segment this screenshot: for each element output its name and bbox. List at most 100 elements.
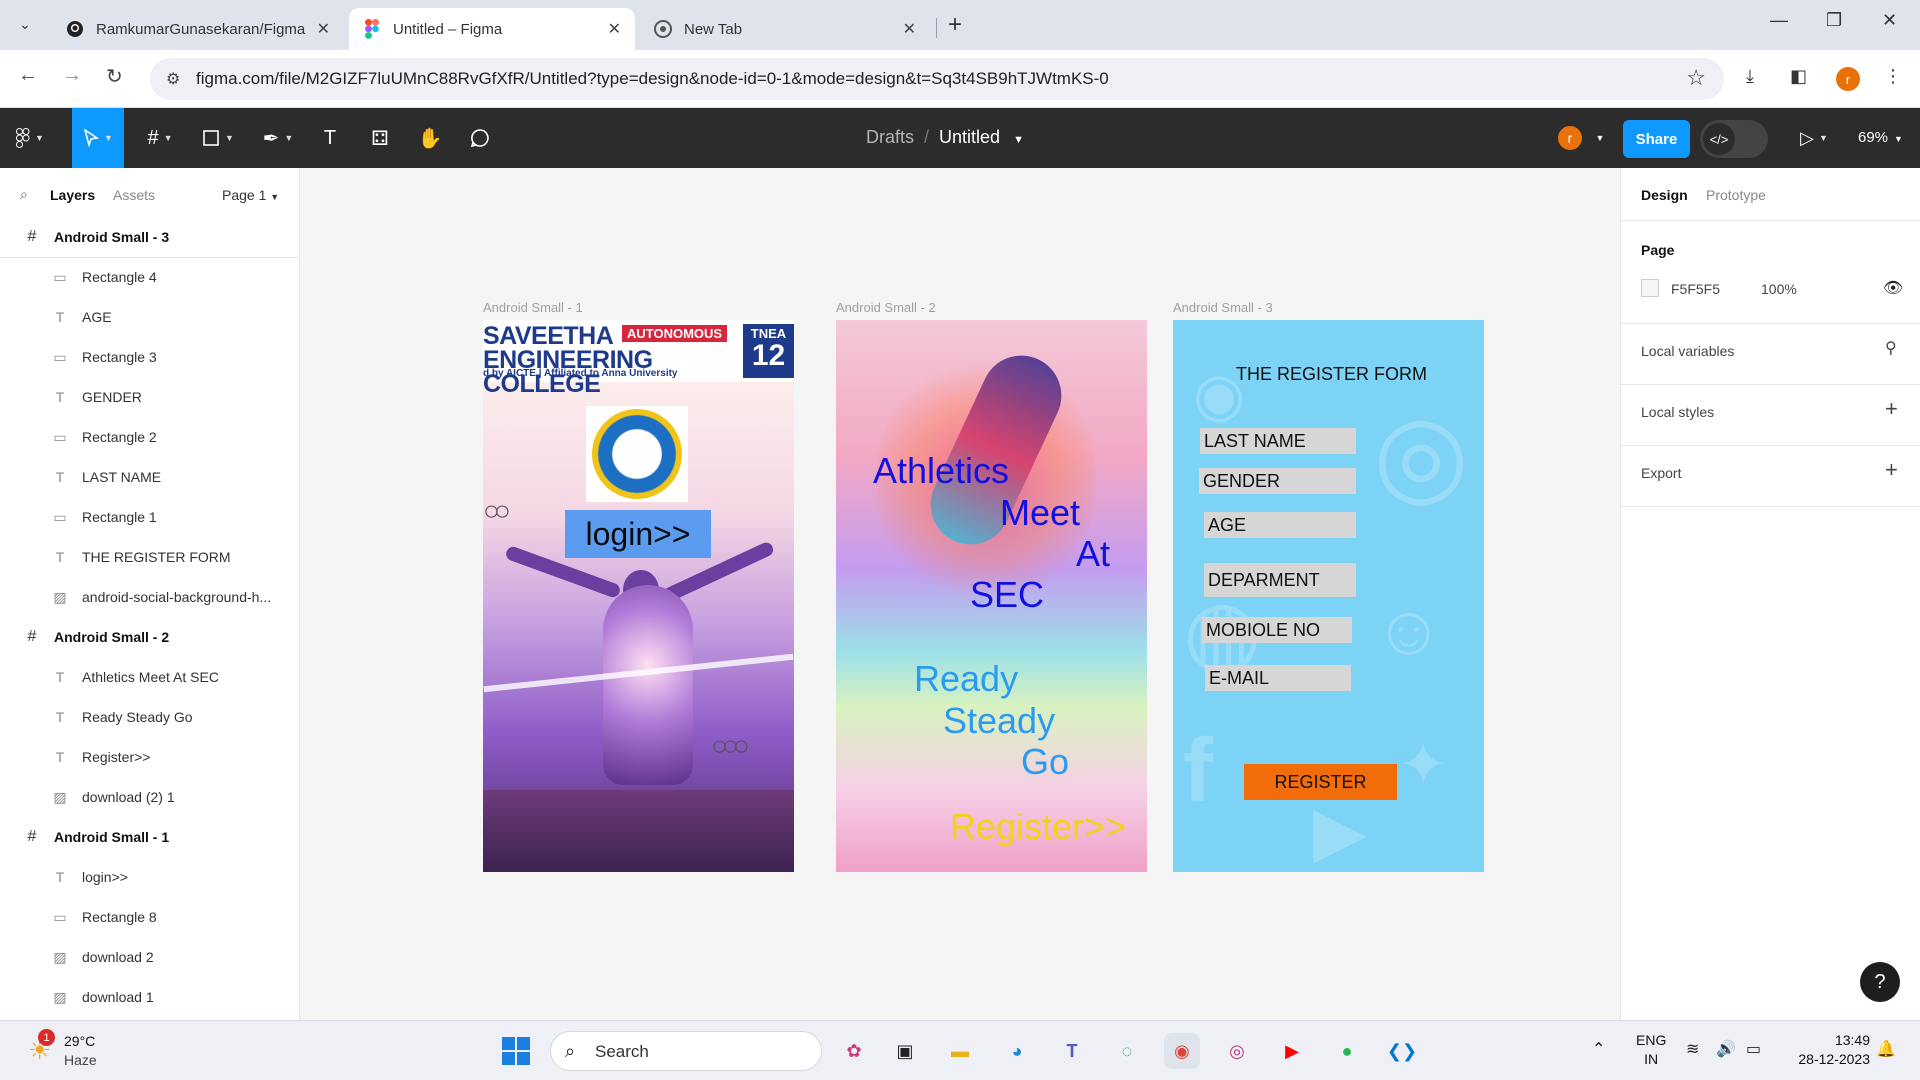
move-tool-icon[interactable]: ▼	[72, 108, 124, 168]
close-icon[interactable]: ✕	[608, 19, 621, 39]
edge-icon[interactable]: ◕	[999, 1033, 1035, 1069]
layer-item[interactable]: T LAST NAME	[0, 457, 299, 497]
figma-main-menu-icon[interactable]: ▼	[6, 108, 54, 168]
local-variables-label[interactable]: Local variables	[1641, 343, 1734, 359]
chevron-up-icon[interactable]: ⌃	[1592, 1039, 1605, 1059]
bookmark-star-icon[interactable]: ☆	[1686, 65, 1706, 91]
layer-frame[interactable]: # Android Small - 2	[0, 617, 299, 657]
local-styles-label[interactable]: Local styles	[1641, 404, 1714, 420]
side-panel-icon[interactable]: ◧	[1790, 66, 1807, 87]
file-name[interactable]: Untitled	[939, 127, 1000, 147]
tab-new-tab[interactable]: New Tab ✕	[640, 8, 930, 50]
register-link[interactable]: Register>>	[950, 806, 1126, 848]
new-tab-plus-icon[interactable]: +	[948, 11, 962, 39]
layer-item[interactable]: ▭ Rectangle 1	[0, 497, 299, 537]
weather-description[interactable]: Haze	[64, 1052, 97, 1068]
register-button[interactable]: REGISTER	[1244, 764, 1397, 800]
search-icon[interactable]: ⌕	[20, 186, 28, 203]
youtube-taskbar-icon[interactable]: ▶	[1274, 1033, 1310, 1069]
download-icon[interactable]: ⤓	[1746, 66, 1754, 87]
frame-android-small-3[interactable]: ◉ ◎ ◍ ☺ f ✦ ▶ THE REGISTER FORM LAST NAM…	[1173, 320, 1484, 872]
mobile-number-field[interactable]: MOBIOLE NO	[1202, 617, 1352, 643]
frame-tool-icon[interactable]: # ▼	[136, 108, 184, 168]
age-field[interactable]: AGE	[1204, 512, 1356, 538]
windows-start-icon[interactable]	[502, 1037, 530, 1065]
layer-item[interactable]: ▭ Rectangle 2	[0, 417, 299, 457]
file-explorer-icon[interactable]: ▬	[942, 1033, 978, 1069]
help-button[interactable]: ?	[1860, 962, 1900, 1002]
tab-assets[interactable]: Assets	[113, 187, 155, 203]
login-button[interactable]: login>>	[565, 510, 711, 558]
url-omnibox[interactable]: ⚙ figma.com/file/M2GIZF7luUMnC88RvGfXfR/…	[150, 58, 1724, 100]
teams-icon[interactable]: T	[1054, 1033, 1090, 1069]
spotify-icon[interactable]: ●	[1329, 1033, 1365, 1069]
email-field[interactable]: E-MAIL	[1205, 665, 1351, 691]
close-icon[interactable]: ✕	[317, 19, 330, 39]
back-arrow-icon[interactable]: ←	[18, 64, 38, 87]
site-settings-icon[interactable]: ⚙	[166, 69, 180, 89]
variables-settings-icon[interactable]: ⚲	[1885, 338, 1897, 358]
layer-item[interactable]: ▭ Rectangle 3	[0, 337, 299, 377]
notifications-bell-icon[interactable]: 🔔	[1876, 1039, 1896, 1059]
app-ring-icon[interactable]: ◌	[1109, 1033, 1145, 1069]
page-opacity[interactable]: 100%	[1761, 281, 1797, 297]
zoom-level[interactable]: 69% ▼	[1858, 129, 1903, 146]
frame-android-small-1[interactable]: ○○ ○○○ SAVEETHA ENGINEERING COLLEGE AUTO…	[483, 320, 794, 872]
tab-prototype[interactable]: Prototype	[1706, 187, 1766, 203]
layer-frame[interactable]: # Android Small - 3	[0, 217, 299, 257]
frame-label[interactable]: Android Small - 1	[483, 300, 583, 315]
layer-item[interactable]: Tlogin>>	[0, 857, 299, 897]
last-name-field[interactable]: LAST NAME	[1200, 428, 1356, 454]
chevron-down-icon[interactable]: ▼	[1590, 108, 1610, 168]
design-canvas[interactable]: Android Small - 1 Android Small - 2 Andr…	[300, 168, 1620, 1020]
layer-item[interactable]: T THE REGISTER FORM	[0, 537, 299, 577]
breadcrumb-drafts[interactable]: Drafts	[866, 127, 914, 147]
page-selector[interactable]: Page 1 ▼	[222, 187, 279, 203]
window-close-icon[interactable]: ✕	[1882, 10, 1897, 31]
layer-item[interactable]: ▨ download (2) 1	[0, 777, 299, 817]
tab-figma[interactable]: Untitled – Figma ✕	[349, 8, 635, 50]
gender-field[interactable]: GENDER	[1199, 468, 1356, 494]
layer-item[interactable]: ▭ Rectangle 8	[0, 897, 299, 937]
layer-frame[interactable]: # Android Small - 1	[0, 817, 299, 857]
add-export-plus-icon[interactable]: +	[1885, 457, 1898, 483]
minimize-icon[interactable]: —	[1770, 10, 1788, 31]
shape-tool-icon[interactable]: ▼	[194, 108, 242, 168]
comment-tool-icon[interactable]	[460, 108, 500, 168]
input-language[interactable]: ENG IN	[1636, 1031, 1666, 1069]
text-tool-icon[interactable]: T	[312, 108, 348, 168]
layer-item[interactable]: ▨ download 2	[0, 937, 299, 977]
tab-design[interactable]: Design	[1641, 187, 1688, 203]
weather-temperature[interactable]: 29°C	[64, 1033, 95, 1049]
layer-item[interactable]: T AGE	[0, 297, 299, 337]
tab-github[interactable]: RamkumarGunasekaran/Figma ✕	[52, 8, 344, 50]
url-text[interactable]: figma.com/file/M2GIZF7luUMnC88RvGfXfR/Un…	[196, 69, 1109, 89]
vscode-icon[interactable]: ❮❯	[1384, 1033, 1420, 1069]
page-color-hex[interactable]: F5F5F5	[1671, 281, 1720, 297]
close-icon[interactable]: ✕	[903, 19, 916, 39]
dev-mode-toggle[interactable]: </>	[1700, 120, 1768, 158]
task-view-icon[interactable]: ▣	[887, 1033, 923, 1069]
wifi-icon[interactable]: ≋	[1686, 1039, 1699, 1059]
taskbar-search-box[interactable]: ⌕ Search	[550, 1031, 822, 1071]
chrome-menu-icon[interactable]: ⋮	[1884, 66, 1902, 87]
layer-item[interactable]: T Athletics Meet At SEC	[0, 657, 299, 697]
frame-android-small-2[interactable]: Athletics Meet At SEC Ready Steady Go Re…	[836, 320, 1147, 872]
hand-tool-icon[interactable]: ✋	[410, 108, 450, 168]
resources-tool-icon[interactable]: ⚃	[362, 108, 398, 168]
share-button[interactable]: Share	[1623, 120, 1690, 158]
instagram-taskbar-icon[interactable]: ◎	[1219, 1033, 1255, 1069]
pen-tool-icon[interactable]: ✒ ▼	[254, 108, 302, 168]
frame-label[interactable]: Android Small - 2	[836, 300, 936, 315]
restore-icon[interactable]: ❐	[1826, 10, 1842, 31]
browser-profile-avatar[interactable]: r	[1836, 67, 1860, 91]
chrome-taskbar-icon[interactable]: ◉	[1164, 1033, 1200, 1069]
battery-icon[interactable]: ▭	[1746, 1039, 1761, 1059]
copilot-icon[interactable]: ✿	[836, 1033, 872, 1069]
frame-label[interactable]: Android Small - 3	[1173, 300, 1273, 315]
tab-layers[interactable]: Layers	[50, 187, 95, 203]
layer-item[interactable]: T Ready Steady Go	[0, 697, 299, 737]
layer-item[interactable]: ▭ Rectangle 4	[0, 257, 299, 297]
page-color-swatch[interactable]	[1641, 279, 1659, 297]
layer-item[interactable]: T GENDER	[0, 377, 299, 417]
